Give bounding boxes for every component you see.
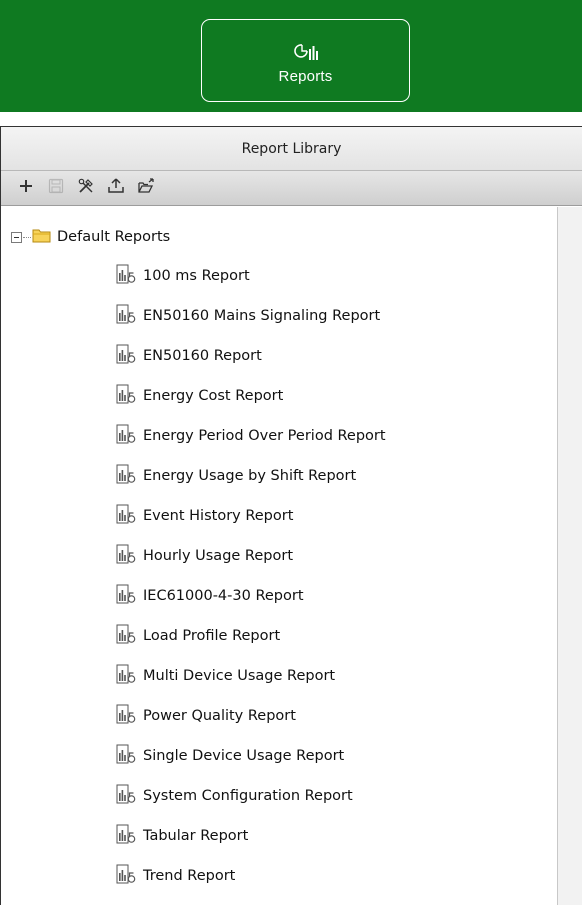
report-item[interactable]: 100 ms Report bbox=[115, 256, 386, 296]
report-document-icon bbox=[115, 584, 143, 608]
report-document-icon bbox=[115, 744, 143, 768]
report-item[interactable]: Tabular Report bbox=[115, 816, 386, 856]
report-item[interactable]: Multi Device Usage Report bbox=[115, 656, 386, 696]
reports-chart-icon bbox=[293, 38, 319, 64]
report-item-label: Load Profile Report bbox=[143, 628, 281, 644]
report-item[interactable]: EN50160 Report bbox=[115, 336, 386, 376]
spacer bbox=[0, 112, 582, 126]
report-document-icon bbox=[115, 424, 143, 448]
report-document-icon bbox=[115, 704, 143, 728]
report-library-header: Report Library bbox=[1, 127, 582, 171]
tools-button[interactable] bbox=[71, 175, 100, 201]
save-button[interactable] bbox=[41, 175, 70, 201]
report-item[interactable]: Load Profile Report bbox=[115, 616, 386, 656]
tree-folder-default-reports[interactable]: Default Reports bbox=[9, 227, 170, 247]
save-icon bbox=[47, 177, 65, 199]
plus-icon bbox=[18, 178, 34, 198]
add-button[interactable] bbox=[11, 175, 40, 201]
report-tree: Default Reports 100 ms Report EN50160 Ma… bbox=[1, 207, 557, 905]
report-document-icon bbox=[115, 784, 143, 808]
report-item-label: Energy Usage by Shift Report bbox=[143, 468, 357, 484]
report-item[interactable]: Energy Period Over Period Report bbox=[115, 416, 386, 456]
report-document-icon bbox=[115, 664, 143, 688]
tools-icon bbox=[77, 177, 95, 199]
report-item-label: 100 ms Report bbox=[143, 268, 250, 284]
report-item[interactable]: Energy Cost Report bbox=[115, 376, 386, 416]
report-list: 100 ms Report EN50160 Mains Signaling Re… bbox=[115, 262, 386, 896]
top-navigation-bar: Reports bbox=[0, 0, 582, 112]
report-document-icon bbox=[115, 624, 143, 648]
folder-icon bbox=[32, 227, 57, 248]
report-item[interactable]: Energy Usage by Shift Report bbox=[115, 456, 386, 496]
report-document-icon bbox=[115, 264, 143, 288]
report-item-label: Tabular Report bbox=[143, 828, 249, 844]
report-item-label: Energy Period Over Period Report bbox=[143, 428, 386, 444]
report-item-label: System Configuration Report bbox=[143, 788, 353, 804]
report-item[interactable]: Trend Report bbox=[115, 856, 386, 896]
report-library-title: Report Library bbox=[241, 140, 342, 157]
report-item-label: Energy Cost Report bbox=[143, 388, 284, 404]
report-document-icon bbox=[115, 824, 143, 848]
report-item[interactable]: EN50160 Mains Signaling Report bbox=[115, 296, 386, 336]
upload-icon bbox=[107, 177, 125, 199]
report-item-label: Hourly Usage Report bbox=[143, 548, 293, 564]
report-item[interactable]: System Configuration Report bbox=[115, 776, 386, 816]
report-item[interactable]: Single Device Usage Report bbox=[115, 736, 386, 776]
export-icon bbox=[137, 177, 155, 199]
reports-button-label: Reports bbox=[278, 68, 333, 85]
report-item-label: Power Quality Report bbox=[143, 708, 296, 724]
report-library-panel: Report Library Default Reports 100 ms Re… bbox=[0, 126, 582, 905]
report-document-icon bbox=[115, 864, 143, 888]
report-document-icon bbox=[115, 544, 143, 568]
reports-button[interactable]: Reports bbox=[201, 19, 410, 102]
export-button[interactable] bbox=[131, 175, 160, 201]
report-item-label: Multi Device Usage Report bbox=[143, 668, 336, 684]
tree-connector bbox=[23, 236, 31, 238]
folder-label: Default Reports bbox=[57, 229, 171, 245]
report-item-label: Single Device Usage Report bbox=[143, 748, 345, 764]
collapse-toggle-icon[interactable] bbox=[11, 231, 22, 243]
report-item[interactable]: Power Quality Report bbox=[115, 696, 386, 736]
report-item[interactable]: IEC61000-4-30 Report bbox=[115, 576, 386, 616]
report-document-icon bbox=[115, 504, 143, 528]
upload-button[interactable] bbox=[101, 175, 130, 201]
report-item-label: EN50160 Report bbox=[143, 348, 262, 364]
report-document-icon bbox=[115, 344, 143, 368]
report-item-label: Trend Report bbox=[143, 868, 236, 884]
report-item-label: Event History Report bbox=[143, 508, 294, 524]
right-pane bbox=[557, 207, 582, 905]
report-document-icon bbox=[115, 464, 143, 488]
report-document-icon bbox=[115, 384, 143, 408]
report-document-icon bbox=[115, 304, 143, 328]
report-item[interactable]: Hourly Usage Report bbox=[115, 536, 386, 576]
report-item[interactable]: Event History Report bbox=[115, 496, 386, 536]
report-item-label: EN50160 Mains Signaling Report bbox=[143, 308, 381, 324]
report-library-toolbar bbox=[1, 171, 582, 206]
report-item-label: IEC61000-4-30 Report bbox=[143, 588, 304, 604]
